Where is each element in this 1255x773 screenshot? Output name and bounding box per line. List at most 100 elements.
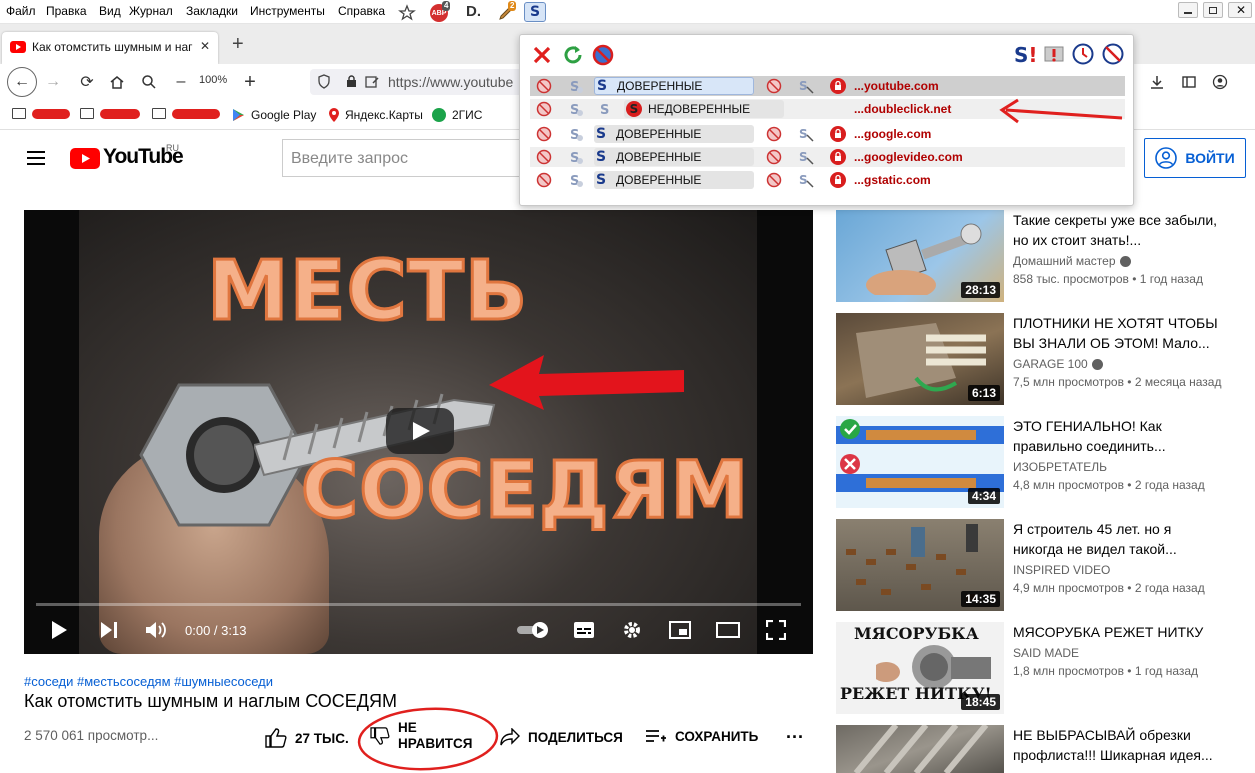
rec-thumbnail[interactable]: 6:13 <box>836 313 1004 405</box>
tab-close-icon[interactable]: ✕ <box>200 39 210 53</box>
video-hashtags[interactable]: #соседи #местьсоседям #шумныесоседи <box>24 674 273 689</box>
block-icon[interactable] <box>766 149 782 165</box>
noscript-s-icon[interactable]: S <box>524 2 546 22</box>
back-arrow-icon[interactable]: ← <box>7 67 37 97</box>
recommendation-item[interactable]: 28:13 Такие секреты уже все забыли, но и… <box>836 210 1255 302</box>
login-button[interactable]: ВОЙТИ <box>1144 138 1246 178</box>
custom-settings-icon[interactable]: S <box>798 78 814 94</box>
site-row-gstatic[interactable]: S S ДОВЕРЕННЫЕ S ...gstatic.com <box>530 170 1125 190</box>
rec-channel[interactable]: GARAGE 100 <box>1013 357 1103 371</box>
star-icon[interactable] <box>398 4 416 22</box>
rec-title[interactable]: ЭТО ГЕНИАЛЬНО! Как правильно соединить..… <box>1013 416 1223 456</box>
temp-disable-clock-icon[interactable] <box>1102 43 1124 65</box>
s-default-icon[interactable]: S <box>568 126 584 142</box>
trust-badge[interactable]: S ДОВЕРЕННЫЕ <box>594 125 754 143</box>
video-progress-bar[interactable] <box>36 603 801 606</box>
block-icon[interactable] <box>766 126 782 142</box>
lock-icon[interactable] <box>346 75 357 88</box>
video-player[interactable]: МЕСТЬ СОСЕДЯМ 0:00 / 3:13 <box>24 210 813 654</box>
rec-thumbnail[interactable]: 14:35 <box>836 519 1004 611</box>
more-actions-button[interactable]: ... <box>786 722 804 743</box>
custom-settings-icon[interactable]: S <box>798 172 814 188</box>
download-icon[interactable] <box>1146 72 1168 92</box>
rec-channel[interactable]: Домашний мастер <box>1013 254 1131 268</box>
forward-arrow-icon[interactable]: → <box>42 72 64 92</box>
like-button[interactable]: 27 ТЫС. <box>265 728 349 748</box>
settings-gear-icon[interactable] <box>622 620 642 640</box>
reload-icon[interactable]: ⟳ <box>76 72 98 92</box>
rec-title[interactable]: МЯСОРУБКА РЕЖЕТ НИТКУ <box>1013 622 1223 642</box>
d-extension-icon[interactable]: D. <box>466 3 484 21</box>
theater-mode-icon[interactable] <box>716 622 740 638</box>
block-icon[interactable] <box>536 78 552 94</box>
s-default-icon[interactable]: S <box>568 101 584 117</box>
rec-thumbnail[interactable] <box>836 725 1004 773</box>
share-button[interactable]: ПОДЕЛИТЬСЯ <box>500 728 623 746</box>
rec-channel[interactable]: INSPIRED VIDEO <box>1013 563 1110 577</box>
revoke-temp-icon[interactable] <box>1043 44 1065 66</box>
rec-thumbnail[interactable]: 4:34 <box>836 416 1004 508</box>
site-row-googlevideo[interactable]: S S ДОВЕРЕННЫЕ S ...googlevideo.com <box>530 147 1125 167</box>
block-icon[interactable] <box>766 172 782 188</box>
block-icon[interactable] <box>536 126 552 142</box>
restore-button[interactable] <box>1203 2 1223 18</box>
zoom-out-icon[interactable]: – <box>170 72 192 92</box>
untrust-badge[interactable]: S НЕДОВЕРЕННЫЕ <box>624 100 784 118</box>
rec-title[interactable]: ПЛОТНИКИ НЕ ХОТЯТ ЧТОБЫ ВЫ ЗНАЛИ ОБ ЭТОМ… <box>1013 313 1223 353</box>
bookmark-2gis[interactable]: 2ГИС <box>432 108 482 122</box>
block-icon[interactable] <box>766 78 782 94</box>
play-icon[interactable] <box>50 620 68 640</box>
bookmark-google-play[interactable]: Google Play <box>232 108 316 122</box>
rec-thumbnail[interactable]: МЯСОРУБКА РЕЖЕТ НИТКУ! 18:45 <box>836 622 1004 714</box>
bookmark-folder-redacted-3[interactable] <box>152 108 220 119</box>
hamburger-menu-icon[interactable] <box>26 150 46 166</box>
block-icon[interactable] <box>536 101 552 117</box>
custom-settings-icon[interactable]: S <box>798 126 814 142</box>
permissions-icon[interactable] <box>364 74 380 90</box>
recommendation-item[interactable]: 14:35 Я строитель 45 лет. но я никогда н… <box>836 519 1255 611</box>
rec-title[interactable]: Я строитель 45 лет. но я никогда не виде… <box>1013 519 1223 559</box>
rec-channel[interactable]: ИЗОБРЕТАТЕЛЬ <box>1013 460 1107 474</box>
menu-tools[interactable]: Инструменты <box>250 4 325 18</box>
new-tab-button[interactable]: + <box>232 33 244 56</box>
fullscreen-icon[interactable] <box>766 620 786 640</box>
rec-title[interactable]: Такие секреты уже все забыли, но их стои… <box>1013 210 1223 250</box>
home-icon[interactable] <box>106 72 128 92</box>
minimize-button[interactable] <box>1178 2 1198 18</box>
zoom-in-icon[interactable]: + <box>239 71 261 93</box>
site-row-youtube[interactable]: S S S ДОВЕРЕННЫЕ S ...youtube.com <box>530 76 1125 96</box>
bookmark-folder-redacted-2[interactable] <box>80 108 140 119</box>
menu-history[interactable]: Журнал <box>129 4 173 18</box>
url-text[interactable]: https://www.youtube <box>388 74 513 90</box>
search-input[interactable]: Введите запрос <box>282 139 552 177</box>
close-window-button[interactable]: ✕ <box>1228 2 1252 18</box>
noscript-options-icon[interactable]: S! <box>1014 43 1038 67</box>
recommendation-item[interactable]: 4:34 ЭТО ГЕНИАЛЬНО! Как правильно соедин… <box>836 416 1255 508</box>
rec-channel[interactable]: SAID MADE <box>1013 646 1079 660</box>
library-icon[interactable] <box>1178 72 1200 92</box>
menu-edit[interactable]: Правка <box>46 4 87 18</box>
menu-file[interactable]: Файл <box>6 4 36 18</box>
bookmark-yandex-maps[interactable]: Яндекс.Карты <box>329 108 423 122</box>
subtitles-icon[interactable] <box>573 621 595 639</box>
close-x-icon[interactable] <box>532 45 552 65</box>
block-icon[interactable] <box>536 149 552 165</box>
menu-view[interactable]: Вид <box>99 4 121 18</box>
trust-badge[interactable]: S ДОВЕРЕННЫЕ <box>594 171 754 189</box>
recommendation-item[interactable]: 6:13 ПЛОТНИКИ НЕ ХОТЯТ ЧТОБЫ ВЫ ЗНАЛИ ОБ… <box>836 313 1255 405</box>
miniplayer-icon[interactable] <box>669 621 691 639</box>
s-default-icon[interactable]: S <box>568 78 584 94</box>
account-icon[interactable] <box>1209 72 1231 92</box>
play-overlay-button[interactable] <box>386 408 454 454</box>
rec-thumbnail[interactable]: 28:13 <box>836 210 1004 302</box>
temp-allow-clock-icon[interactable] <box>1072 43 1094 65</box>
block-icon[interactable] <box>536 172 552 188</box>
recommendation-item[interactable]: НЕ ВЫБРАСЫВАЙ обрезки профлиста!!! Шикар… <box>836 725 1255 773</box>
menu-bookmarks[interactable]: Закладки <box>186 4 238 18</box>
zoom-level[interactable]: 100% <box>199 74 227 86</box>
save-button[interactable]: СОХРАНИТЬ <box>645 728 758 744</box>
custom-settings-icon[interactable]: S <box>798 149 814 165</box>
trust-badge[interactable]: S ДОВЕРЕННЫЕ <box>594 77 754 95</box>
recommendation-item[interactable]: МЯСОРУБКА РЕЖЕТ НИТКУ! 18:45 МЯСОРУБКА Р… <box>836 622 1255 714</box>
menu-help[interactable]: Справка <box>338 4 385 18</box>
